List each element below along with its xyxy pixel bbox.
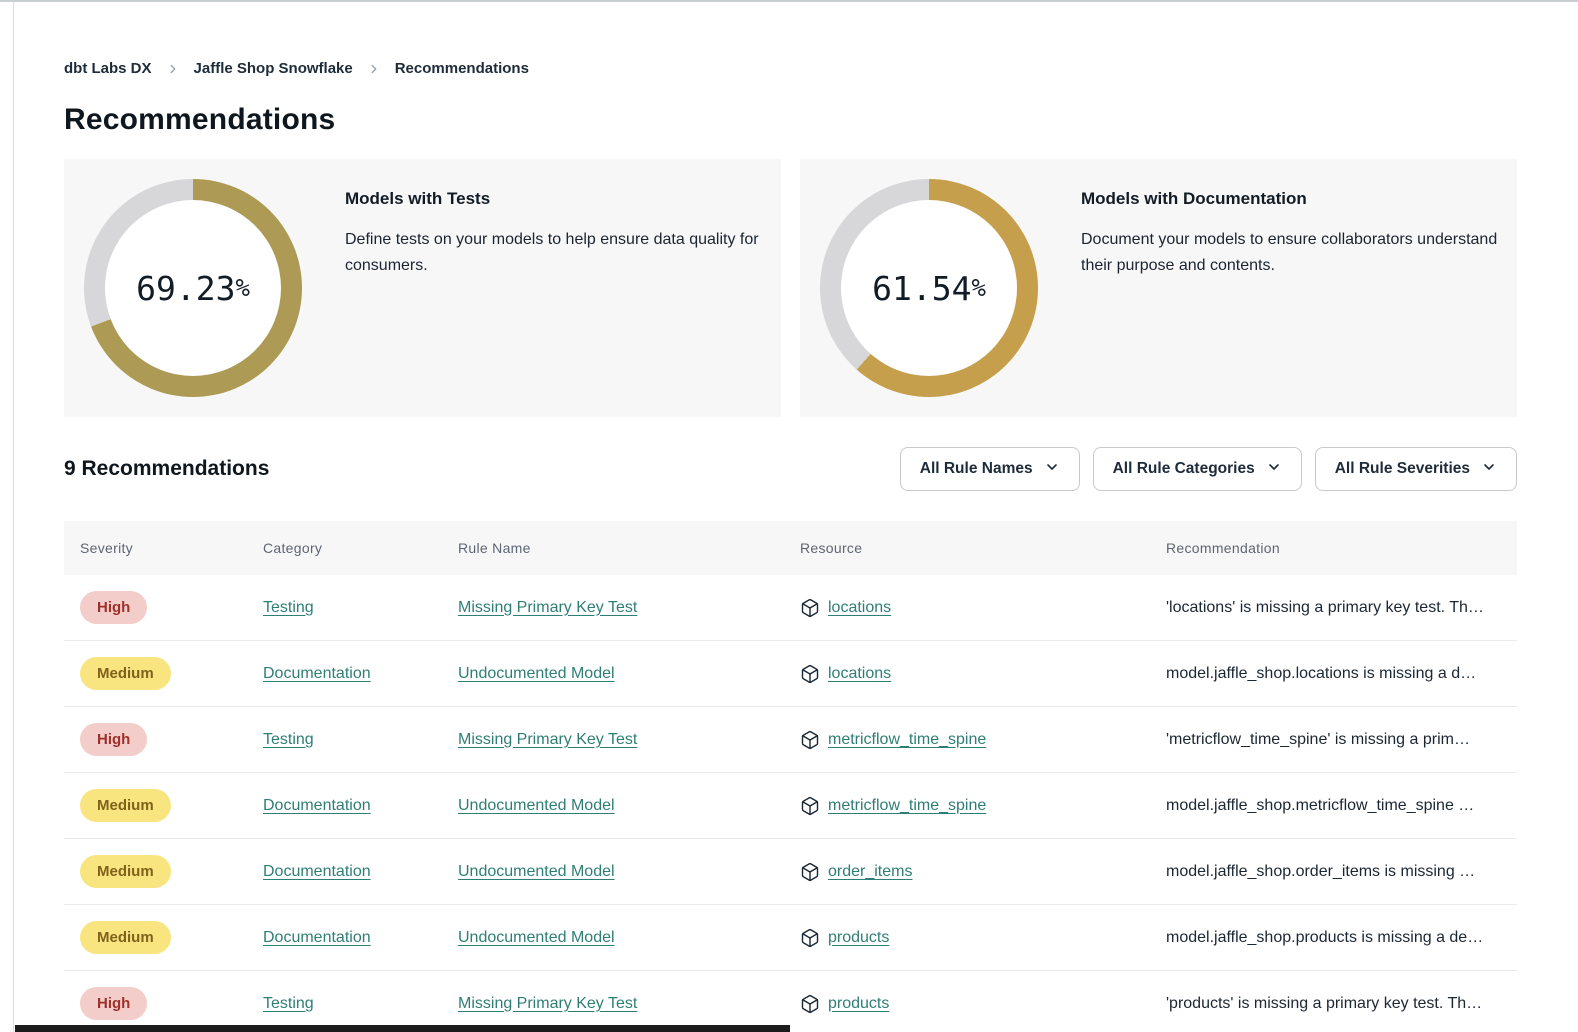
metric-card-title: Models with Tests <box>345 189 781 209</box>
category-link[interactable]: Documentation <box>263 863 371 881</box>
recommendation-text: model.jaffle_shop.locations is missing a… <box>1166 665 1517 683</box>
metric-cards: 69.23% Models with Tests Define tests on… <box>64 159 1517 417</box>
rule-severities-filter-dropdown[interactable]: All Rule Severities <box>1315 447 1517 491</box>
category-link[interactable]: Documentation <box>263 665 371 683</box>
recommendation-text: 'metricflow_time_spine' is missing a pri… <box>1166 731 1517 749</box>
window-top-border <box>0 0 1578 2</box>
table-header-row: Severity Category Rule Name Resource Rec… <box>64 521 1517 575</box>
severity-badge: Medium <box>80 855 171 888</box>
tests-percentage-value: 69.23 <box>136 269 235 308</box>
severity-badge: High <box>80 723 147 756</box>
model-cube-icon <box>800 796 820 816</box>
chevron-down-icon <box>1481 459 1497 480</box>
page-title: Recommendations <box>64 103 1517 137</box>
rule-name-link[interactable]: Missing Primary Key Test <box>458 731 637 749</box>
resource-link[interactable]: metricflow_time_spine <box>828 797 986 815</box>
rule-severities-filter-label: All Rule Severities <box>1335 460 1470 478</box>
model-cube-icon <box>800 598 820 618</box>
column-header-severity: Severity <box>80 540 263 556</box>
recommendation-text: model.jaffle_shop.products is missing a … <box>1166 929 1517 947</box>
category-link[interactable]: Testing <box>263 599 314 617</box>
category-link[interactable]: Documentation <box>263 797 371 815</box>
bottom-partial-element <box>15 1025 790 1032</box>
filter-bar: All Rule Names All Rule Categories All R… <box>900 447 1517 491</box>
recommendations-count-heading: 9 Recommendations <box>64 457 269 481</box>
chevron-down-icon <box>1044 459 1060 480</box>
recommendation-text: model.jaffle_shop.order_items is missing… <box>1166 863 1517 881</box>
table-row: High Testing Missing Primary Key Test me… <box>64 707 1517 773</box>
recommendation-text: 'locations' is missing a primary key tes… <box>1166 599 1517 617</box>
rule-categories-filter-label: All Rule Categories <box>1113 460 1255 478</box>
rule-name-link[interactable]: Undocumented Model <box>458 665 615 683</box>
breadcrumb: dbt Labs DX Jaffle Shop Snowflake Recomm… <box>64 60 1517 77</box>
resource-link[interactable]: locations <box>828 599 891 617</box>
rule-name-link[interactable]: Missing Primary Key Test <box>458 599 637 617</box>
resource-link[interactable]: products <box>828 995 889 1013</box>
metric-card-models-with-tests: 69.23% Models with Tests Define tests on… <box>64 159 781 417</box>
table-row: Medium Documentation Undocumented Model … <box>64 839 1517 905</box>
metric-card-description: Document your models to ensure collabora… <box>1081 227 1517 279</box>
resource-link[interactable]: products <box>828 929 889 947</box>
chevron-right-icon <box>166 62 180 76</box>
documentation-percentage-value: 61.54 <box>872 269 971 308</box>
severity-badge: Medium <box>80 921 171 954</box>
severity-badge: Medium <box>80 657 171 690</box>
rule-names-filter-dropdown[interactable]: All Rule Names <box>900 447 1080 491</box>
rule-name-link[interactable]: Missing Primary Key Test <box>458 995 637 1013</box>
model-cube-icon <box>800 664 820 684</box>
chevron-down-icon <box>1266 459 1282 480</box>
table-row: High Testing Missing Primary Key Test lo… <box>64 575 1517 641</box>
main-content: dbt Labs DX Jaffle Shop Snowflake Recomm… <box>0 60 1578 1032</box>
rule-name-link[interactable]: Undocumented Model <box>458 863 615 881</box>
model-cube-icon <box>800 862 820 882</box>
resource-link[interactable]: order_items <box>828 863 912 881</box>
breadcrumb-item-dbt-labs-dx[interactable]: dbt Labs DX <box>64 60 152 77</box>
rule-categories-filter-dropdown[interactable]: All Rule Categories <box>1093 447 1302 491</box>
recommendations-table: Severity Category Rule Name Resource Rec… <box>64 521 1517 1032</box>
chevron-right-icon <box>367 62 381 76</box>
rule-name-link[interactable]: Undocumented Model <box>458 797 615 815</box>
resource-link[interactable]: locations <box>828 665 891 683</box>
category-link[interactable]: Documentation <box>263 929 371 947</box>
table-body: High Testing Missing Primary Key Test lo… <box>64 575 1517 1032</box>
metric-card-description: Define tests on your models to help ensu… <box>345 227 781 279</box>
column-header-resource: Resource <box>800 540 1166 556</box>
rule-name-link[interactable]: Undocumented Model <box>458 929 615 947</box>
percent-sign: % <box>971 274 985 302</box>
category-link[interactable]: Testing <box>263 731 314 749</box>
metric-card-title: Models with Documentation <box>1081 189 1517 209</box>
column-header-rule-name: Rule Name <box>458 540 800 556</box>
breadcrumb-item-recommendations: Recommendations <box>395 60 529 77</box>
recommendation-text: model.jaffle_shop.metricflow_time_spine … <box>1166 797 1517 815</box>
metric-card-models-with-documentation: 61.54% Models with Documentation Documen… <box>800 159 1517 417</box>
model-cube-icon <box>800 928 820 948</box>
documentation-donut-chart: 61.54% <box>820 179 1038 397</box>
rule-names-filter-label: All Rule Names <box>920 460 1033 478</box>
model-cube-icon <box>800 730 820 750</box>
table-row: Medium Documentation Undocumented Model … <box>64 641 1517 707</box>
tests-donut-chart: 69.23% <box>84 179 302 397</box>
severity-badge: High <box>80 987 147 1020</box>
table-row: Medium Documentation Undocumented Model … <box>64 773 1517 839</box>
column-header-recommendation: Recommendation <box>1166 540 1517 556</box>
table-row: High Testing Missing Primary Key Test pr… <box>64 971 1517 1032</box>
list-header: 9 Recommendations All Rule Names All Rul… <box>64 447 1517 491</box>
category-link[interactable]: Testing <box>263 995 314 1013</box>
resource-link[interactable]: metricflow_time_spine <box>828 731 986 749</box>
severity-badge: High <box>80 591 147 624</box>
table-row: Medium Documentation Undocumented Model … <box>64 905 1517 971</box>
severity-badge: Medium <box>80 789 171 822</box>
breadcrumb-item-jaffle-shop-snowflake[interactable]: Jaffle Shop Snowflake <box>194 60 353 77</box>
recommendation-text: 'products' is missing a primary key test… <box>1166 995 1517 1013</box>
model-cube-icon <box>800 994 820 1014</box>
percent-sign: % <box>235 274 249 302</box>
column-header-category: Category <box>263 540 458 556</box>
